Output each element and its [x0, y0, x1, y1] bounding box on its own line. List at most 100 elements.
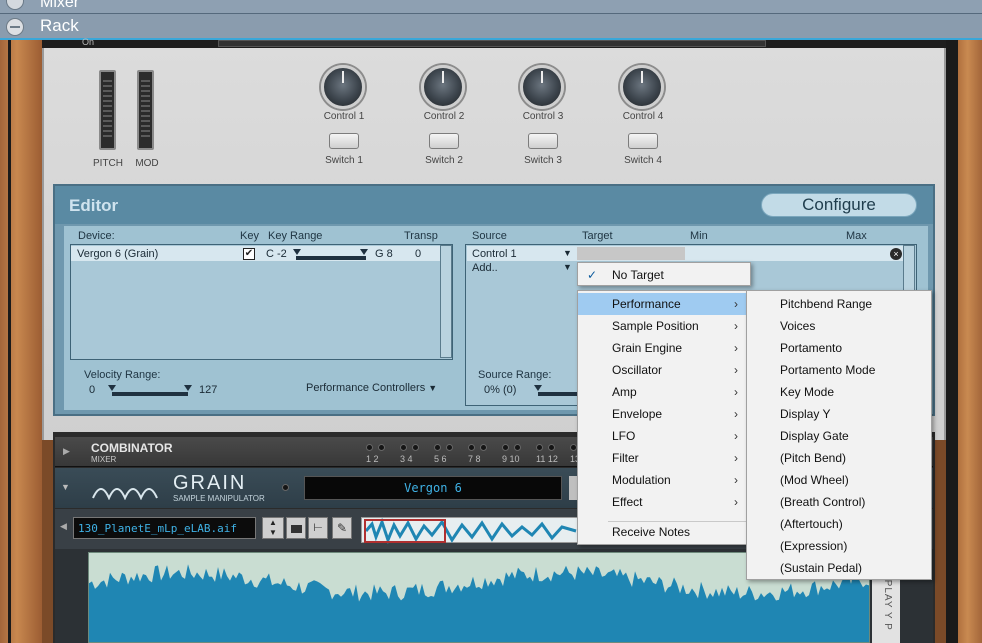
switch-2-label: Switch 2	[425, 155, 463, 166]
channel-led-label: 5 6	[434, 454, 447, 464]
channel-led	[502, 444, 509, 451]
control-3-knob[interactable]	[520, 65, 564, 109]
submenu-item[interactable]: Portamento	[747, 337, 931, 359]
key-range-high: G 8	[375, 248, 393, 260]
combinator-top-strip: On	[42, 37, 946, 48]
sample-overview[interactable]	[361, 517, 579, 545]
add-dropdown-arrow-icon[interactable]: ▼	[563, 262, 572, 272]
submenu-arrow-icon: ›	[734, 451, 738, 465]
configure-button[interactable]: Configure	[761, 193, 917, 217]
submenu-item[interactable]: Display Gate	[747, 425, 931, 447]
switch-4-button[interactable]	[628, 133, 658, 149]
performance-controllers-dropdown[interactable]: Performance Controllers ▼	[306, 382, 437, 394]
submenu-item-label: Display Y	[780, 407, 831, 421]
channel-led	[446, 444, 453, 451]
submenu-item[interactable]: Voices	[747, 315, 931, 337]
pencil-icon[interactable]: ✎	[332, 517, 352, 539]
source-range-handle[interactable]	[534, 385, 542, 391]
key-checkbox[interactable]: ✔	[243, 248, 255, 260]
source-range-slider[interactable]	[538, 392, 578, 396]
submenu-arrow-icon: ›	[734, 341, 738, 355]
remove-row-icon[interactable]: ×	[890, 248, 902, 260]
menu-item-performance[interactable]: Performance ›	[578, 293, 746, 315]
source-control-1[interactable]: Control 1	[472, 248, 517, 260]
switch-2-button[interactable]	[429, 133, 459, 149]
mod-wheel[interactable]	[137, 70, 154, 150]
key-range-slider[interactable]	[296, 256, 366, 260]
device-list-scrollbar[interactable]	[440, 245, 452, 358]
grain-subtitle: SAMPLE MANIPULATOR	[173, 494, 265, 503]
sample-file-field[interactable]: 130_PlanetE_mLp_eLAB.aif	[73, 517, 256, 539]
velocity-low-handle[interactable]	[108, 385, 116, 391]
menu-item-oscillator[interactable]: Oscillator ›	[578, 359, 746, 381]
sample-browse-icon[interactable]: ⊢	[308, 517, 328, 539]
grain-power-led[interactable]	[282, 484, 289, 491]
velocity-slider[interactable]	[112, 392, 188, 396]
channel-led-label: 9 10	[502, 454, 520, 464]
submenu-item[interactable]: (Expression)	[747, 535, 931, 557]
patch-name: Vergon 6	[404, 481, 462, 495]
switch-3-button[interactable]	[528, 133, 558, 149]
menu-item-filter[interactable]: Filter ›	[578, 447, 746, 469]
collapse-triangle-icon[interactable]: ▼	[61, 482, 70, 492]
mixer-sublabel: MIXER	[91, 455, 117, 464]
control-2-label: Control 2	[423, 111, 465, 122]
submenu-item[interactable]: Pitchbend Range	[747, 293, 931, 315]
menu-item-lfo[interactable]: LFO ›	[578, 425, 746, 447]
menu-item-receive-notes[interactable]: Receive Notes	[578, 521, 746, 543]
source-dropdown-arrow-icon[interactable]: ▼	[563, 248, 572, 258]
combinator-label: COMBINATOR	[91, 441, 173, 455]
control-1-knob[interactable]	[321, 65, 365, 109]
submenu-item[interactable]: (Sustain Pedal)	[747, 557, 931, 579]
submenu-item[interactable]: (Mod Wheel)	[747, 469, 931, 491]
transp-value: 0	[415, 248, 422, 260]
channel-led	[434, 444, 441, 451]
key-range-high-handle[interactable]	[360, 249, 368, 255]
submenu-item[interactable]: Portamento Mode	[747, 359, 931, 381]
source-add[interactable]: Add..	[472, 262, 498, 274]
submenu-item-label: Portamento	[780, 341, 843, 355]
submenu-item-label: Display Gate	[780, 429, 849, 443]
sample-up-down-button[interactable]: ▲ ▼	[262, 517, 284, 539]
key-range-column-header: Key Range	[268, 230, 323, 242]
mixer-section-bar[interactable]: Mixer	[0, 0, 982, 14]
menu-item-envelope[interactable]: Envelope ›	[578, 403, 746, 425]
patch-display[interactable]: Vergon 6	[304, 476, 562, 500]
submenu-arrow-icon: ›	[734, 297, 738, 311]
submenu-item[interactable]: (Aftertouch)	[747, 513, 931, 535]
modulation-row[interactable]	[467, 246, 903, 261]
key-range-low-handle[interactable]	[293, 249, 301, 255]
menu-item-amp[interactable]: Amp ›	[578, 381, 746, 403]
expand-triangle-icon[interactable]: ▶	[63, 446, 70, 457]
menu-item-effect[interactable]: Effect ›	[578, 491, 746, 513]
submenu-item[interactable]: Display Y	[747, 403, 931, 425]
target-cell[interactable]	[577, 247, 685, 260]
velocity-high-handle[interactable]	[184, 385, 192, 391]
menu-item-sample-position[interactable]: Sample Position ›	[578, 315, 746, 337]
device-list[interactable]	[70, 244, 453, 360]
channel-led	[468, 444, 475, 451]
collapse-icon[interactable]	[6, 18, 24, 36]
source-range-label: Source Range:	[478, 369, 552, 381]
collapse-icon[interactable]	[6, 0, 24, 10]
key-column-header: Key	[240, 230, 259, 242]
menu-item-modulation[interactable]: Modulation ›	[578, 469, 746, 491]
switch-1-button[interactable]	[329, 133, 359, 149]
rack-section-bar[interactable]: Rack	[0, 14, 982, 40]
menu-item-grain-engine[interactable]: Grain Engine ›	[578, 337, 746, 359]
channel-led	[514, 444, 521, 451]
channel-led-label: 11 12	[536, 454, 558, 464]
pitch-wheel[interactable]	[99, 70, 116, 150]
control-2-knob[interactable]	[421, 65, 465, 109]
submenu-arrow-icon: ›	[734, 473, 738, 487]
dropdown-arrow-icon: ▼	[428, 383, 438, 393]
submenu-item[interactable]: (Breath Control)	[747, 491, 931, 513]
control-4-knob[interactable]	[620, 65, 664, 109]
submenu-item[interactable]: (Pitch Bend)	[747, 447, 931, 469]
grain-logo-icon	[92, 488, 158, 500]
menu-item-label: Grain Engine	[612, 341, 683, 355]
folder-icon[interactable]	[286, 517, 306, 539]
menu-item-no-target[interactable]: ✓ No Target	[578, 264, 750, 286]
submenu-item[interactable]: Key Mode	[747, 381, 931, 403]
patch-lcd[interactable]	[218, 40, 766, 47]
